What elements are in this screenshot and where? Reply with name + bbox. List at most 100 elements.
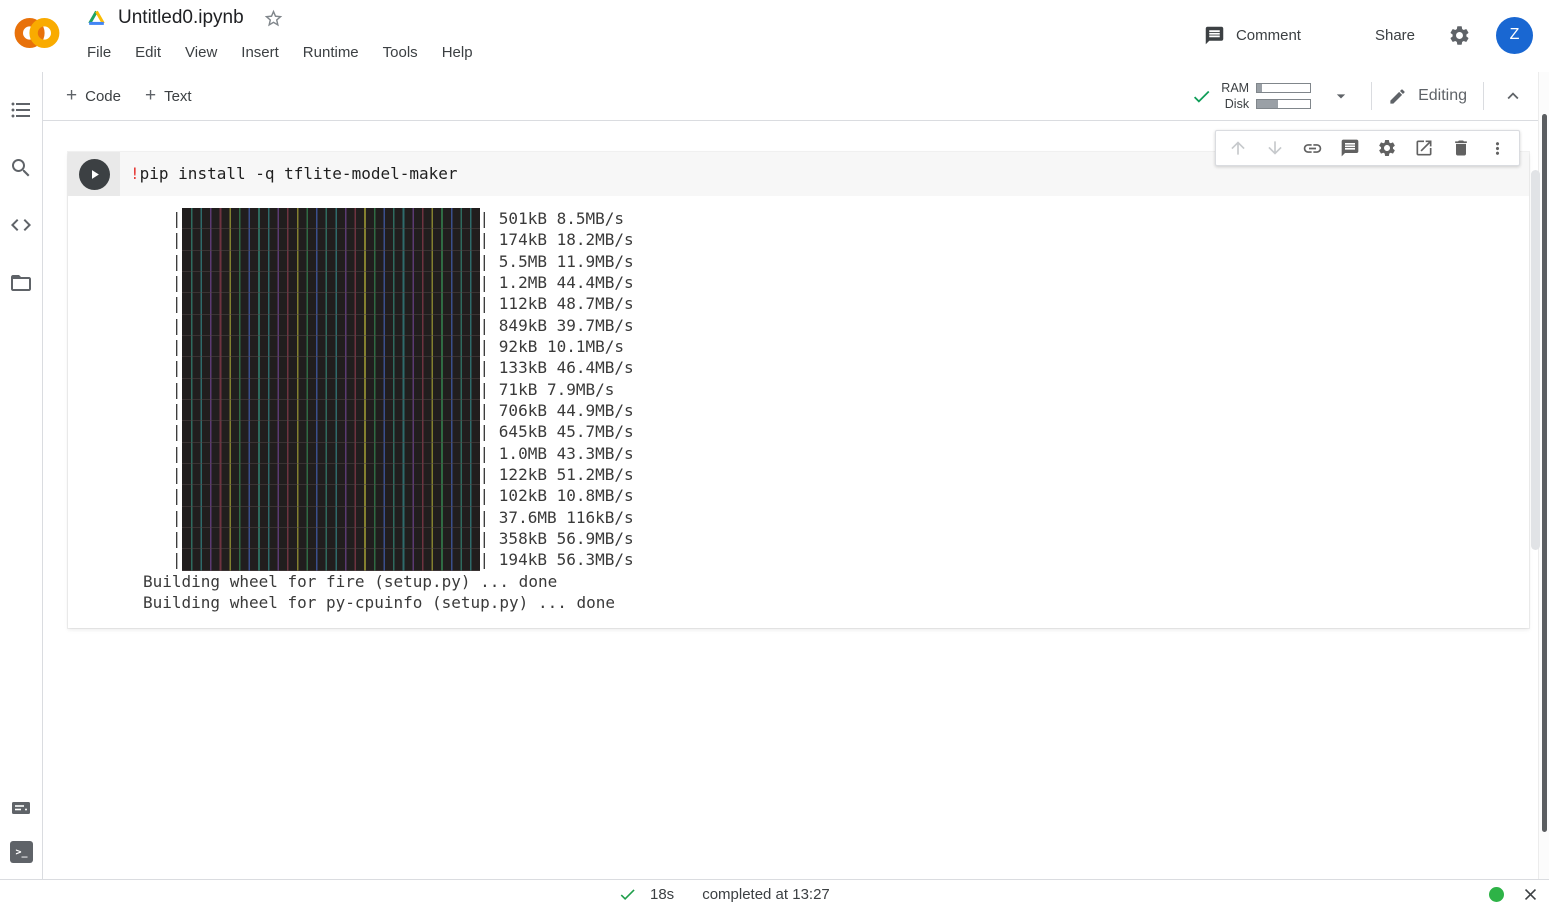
status-bar: 18s completed at 13:27 <box>0 879 1549 910</box>
bar-left-pipe: | <box>143 485 182 506</box>
output-build-lines: Building wheel for fire (setup.py) ... d… <box>143 571 1529 614</box>
open-in-tab-icon[interactable] <box>1414 138 1434 158</box>
progress-bar <box>182 229 480 250</box>
progress-bar <box>182 379 480 400</box>
code-line[interactable]: !pip install -q tflite-model-maker <box>120 152 458 196</box>
chevron-down-icon[interactable] <box>1331 86 1351 106</box>
resource-monitor[interactable] <box>1256 83 1311 109</box>
share-button[interactable]: Share <box>1375 27 1415 44</box>
comment-button[interactable]: Comment <box>1204 25 1301 46</box>
left-sidebar: >_ <box>0 72 43 880</box>
download-stats: | 37.6MB 116kB/s <box>480 507 634 528</box>
download-stats: | 1.0MB 43.3MB/s <box>480 443 634 464</box>
window-scrollbar-thumb[interactable] <box>1542 114 1547 832</box>
bar-left-pipe: | <box>143 229 182 250</box>
menu-view[interactable]: View <box>183 41 219 64</box>
bar-left-pipe: | <box>143 272 182 293</box>
notebook-scrollbar-thumb[interactable] <box>1531 170 1540 550</box>
chevron-up-icon[interactable] <box>1502 85 1524 107</box>
settings-icon[interactable] <box>1377 138 1397 158</box>
download-progress-row: | | 358kB 56.9MB/s <box>143 528 1529 549</box>
header: Untitled0.ipynb File Edit View Insert Runtim… <box>0 0 1549 72</box>
avatar[interactable]: Z <box>1496 17 1533 54</box>
code-bang: ! <box>130 164 140 183</box>
download-progress-row: || 174kB 18.2MB/s <box>143 229 1529 250</box>
colab-logo[interactable] <box>10 9 64 57</box>
progress-bar <box>182 357 480 378</box>
output-line: Building wheel for py-cpuinfo (setup.py)… <box>143 592 1529 613</box>
notebook-title[interactable]: Untitled0.ipynb <box>118 7 244 29</box>
progress-bar <box>182 251 480 272</box>
progress-bar <box>182 443 480 464</box>
download-stats: | 645kB 45.7MB/s <box>480 421 634 442</box>
download-progress-row: || 5.5MB 11.9MB/s <box>143 251 1529 272</box>
notebook-toolbar: + Code + Text RAM Disk <box>42 72 1549 121</box>
ram-bar-fill <box>1257 84 1262 92</box>
play-icon <box>87 167 102 182</box>
progress-bar <box>182 485 480 506</box>
disk-usage-bar <box>1256 99 1311 109</box>
disk-bar-fill <box>1257 100 1278 108</box>
download-progress-row: || 1.0MB 43.3MB/s <box>143 443 1529 464</box>
bar-left-pipe: | <box>143 336 182 357</box>
progress-bar <box>182 464 480 485</box>
link-icon[interactable] <box>1302 138 1323 159</box>
download-progress-row: || 501kB 8.5MB/s <box>143 208 1529 229</box>
colab-app: Untitled0.ipynb File Edit View Insert Runtim… <box>0 0 1549 910</box>
comment-icon[interactable] <box>1340 138 1360 158</box>
pencil-icon <box>1388 87 1407 106</box>
progress-bar <box>182 400 480 421</box>
editing-mode-button[interactable]: Editing <box>1388 87 1467 106</box>
progress-bar <box>182 208 480 229</box>
move-up-icon[interactable] <box>1228 138 1248 158</box>
bar-left-pipe: | <box>143 357 182 378</box>
close-icon[interactable] <box>1521 885 1540 904</box>
menu-file[interactable]: File <box>85 41 113 64</box>
disk-label: Disk <box>1225 96 1249 112</box>
menu-tools[interactable]: Tools <box>381 41 420 64</box>
download-stats: | 92kB 10.1MB/s <box>480 336 625 357</box>
code-cell: !pip install -q tflite-model-maker || 50… <box>68 152 1529 628</box>
progress-bar <box>182 293 480 314</box>
search-icon[interactable] <box>9 156 33 180</box>
add-text-button[interactable]: + Text <box>145 87 192 105</box>
download-progress-row: || 849kB 39.7MB/s <box>143 315 1529 336</box>
bar-left-pipe: | <box>143 400 182 421</box>
ram-usage-bar <box>1256 83 1311 93</box>
download-stats: | 1.2MB 44.4MB/s <box>480 272 634 293</box>
menu-runtime[interactable]: Runtime <box>301 41 361 64</box>
run-cell-button[interactable] <box>79 159 110 190</box>
bar-left-pipe: | <box>143 528 182 549</box>
gear-icon[interactable] <box>1448 24 1471 47</box>
progress-bar <box>182 507 480 528</box>
terminal-icon[interactable]: >_ <box>10 841 33 863</box>
download-stats: | 122kB 51.2MB/s <box>480 464 634 485</box>
divider <box>1371 82 1372 110</box>
delete-icon[interactable] <box>1451 138 1471 158</box>
files-icon[interactable] <box>9 271 33 295</box>
output-line: Building wheel for fire (setup.py) ... d… <box>143 571 1529 592</box>
download-stats: | 706kB 44.9MB/s <box>480 400 634 421</box>
download-progress-row: | | 1.2MB 44.4MB/s <box>143 272 1529 293</box>
code-snippets-icon[interactable] <box>9 213 33 237</box>
download-progress-row: || 133kB 46.4MB/s <box>143 357 1529 378</box>
download-stats: | 112kB 48.7MB/s <box>480 293 634 314</box>
more-vert-icon[interactable] <box>1488 139 1507 158</box>
output-downloads: || 501kB 8.5MB/s || 174kB 18.2MB/s || 5.… <box>143 208 1529 571</box>
ram-label: RAM <box>1221 80 1249 96</box>
progress-bar <box>182 549 480 570</box>
menu-edit[interactable]: Edit <box>133 41 163 64</box>
download-stats: | 358kB 56.9MB/s <box>480 528 634 549</box>
add-code-button[interactable]: + Code <box>66 87 121 105</box>
move-down-icon[interactable] <box>1265 138 1285 158</box>
bar-left-pipe: | <box>143 315 182 336</box>
editing-label: Editing <box>1418 87 1467 105</box>
bar-left-pipe: | <box>143 507 182 528</box>
menu-insert[interactable]: Insert <box>239 41 281 64</box>
bar-left-pipe: | <box>143 208 182 229</box>
star-outline-icon[interactable] <box>263 8 284 29</box>
table-of-contents-icon[interactable] <box>9 98 33 122</box>
command-palette-icon[interactable] <box>9 796 33 820</box>
menu-help[interactable]: Help <box>440 41 475 64</box>
bar-left-pipe: | <box>143 251 182 272</box>
